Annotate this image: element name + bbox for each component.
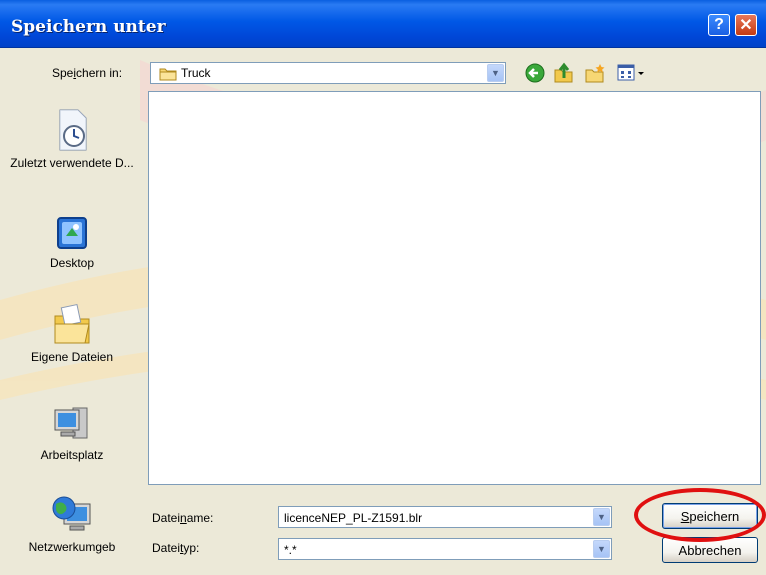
window-title: Speichern unter <box>11 17 166 37</box>
up-folder-icon[interactable] <box>553 62 575 84</box>
desktop-icon <box>57 217 87 249</box>
my-documents-icon <box>54 303 90 344</box>
save-in-label: Speichern in: <box>52 66 123 80</box>
back-icon[interactable] <box>524 62 546 84</box>
my-computer-icon <box>54 407 88 439</box>
help-button[interactable]: ? <box>708 14 730 36</box>
place-recent-label: Zuletzt verwendete D... <box>10 156 134 170</box>
place-desktop-label: Desktop <box>49 256 95 270</box>
network-icon <box>52 496 91 531</box>
place-my-computer[interactable]: Arbeitsplatz <box>4 404 140 462</box>
places-bar: Zuletzt verwendete D... Desktop Eigene D… <box>4 92 140 572</box>
filetype-value: *.* <box>284 543 297 557</box>
chevron-down-icon[interactable]: ▼ <box>593 540 610 558</box>
chevron-down-icon[interactable]: ▼ <box>487 64 504 82</box>
highlight-annotation <box>634 488 766 542</box>
recent-documents-icon <box>59 109 87 151</box>
filetype-label: Dateityp: <box>152 541 200 555</box>
file-list[interactable] <box>148 91 761 485</box>
chevron-down-icon[interactable]: ▼ <box>593 508 610 526</box>
filename-field[interactable]: licenceNEP_PL-Z1591.blr ▼ <box>278 506 612 528</box>
place-my-computer-label: Arbeitsplatz <box>40 448 104 462</box>
folder-icon <box>159 68 177 81</box>
filetype-dropdown[interactable]: *.* ▼ <box>278 538 612 560</box>
place-desktop[interactable]: Desktop <box>4 216 140 270</box>
save-in-dropdown[interactable]: Truck ▼ <box>150 62 506 84</box>
close-button[interactable]: ✕ <box>735 14 757 36</box>
cancel-button-label: Abbrechen <box>678 542 742 558</box>
place-network[interactable]: Netzwerkumgeb <box>4 494 140 554</box>
place-my-documents[interactable]: Eigene Dateien <box>4 302 140 364</box>
close-icon: ✕ <box>739 17 753 34</box>
place-my-documents-label: Eigene Dateien <box>30 350 114 364</box>
new-folder-icon[interactable] <box>584 62 606 84</box>
title-bar[interactable]: Speichern unter ? ✕ <box>0 0 766 48</box>
filename-label: Dateiname: <box>152 511 214 525</box>
view-menu-icon[interactable] <box>616 62 646 84</box>
place-network-label: Netzwerkumgeb <box>28 540 116 554</box>
place-recent[interactable]: Zuletzt verwendete D... <box>4 108 140 170</box>
save-in-value: Truck <box>181 66 211 80</box>
filename-value[interactable]: licenceNEP_PL-Z1591.blr <box>284 511 422 525</box>
help-icon: ? <box>714 16 724 33</box>
